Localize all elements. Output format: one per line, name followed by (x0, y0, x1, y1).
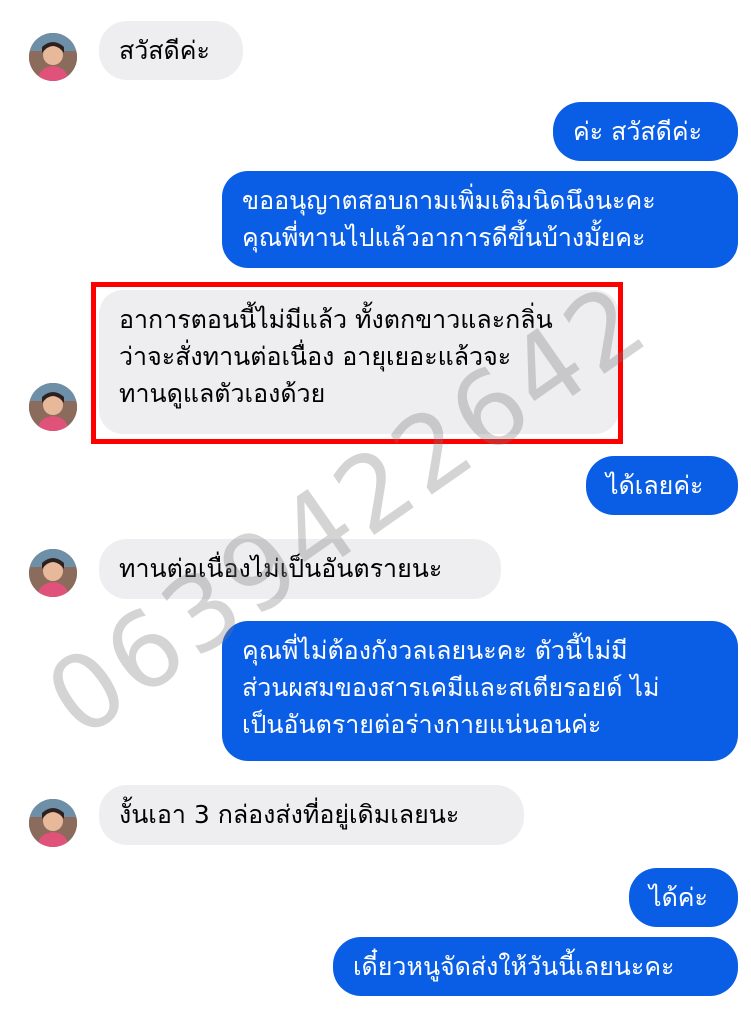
message-outgoing[interactable]: ค่ะ สวัสดีค่ะ (553, 102, 738, 161)
message-incoming[interactable]: สวัสดีค่ะ (99, 21, 243, 80)
message-outgoing[interactable]: เดี๋ยวหนูจัดส่งให้วันนี้เลยนะคะ (333, 937, 738, 996)
message-incoming[interactable]: ทานต่อเนื่องไม่เป็นอันตรายนะ (99, 539, 501, 599)
highlight-box (91, 282, 623, 444)
message-incoming[interactable]: งั้นเอา 3 กล่องส่งที่อยู่เดิมเลยนะ (99, 785, 524, 845)
chat-thread: สวัสดีค่ะ ค่ะ สวัสดีค่ะ ขออนุญาตสอบถามเพ… (0, 0, 751, 1024)
message-outgoing[interactable]: ได้ค่ะ (629, 868, 738, 927)
message-outgoing[interactable]: ขออนุญาตสอบถามเพิ่มเติมนิดนึงนะคะ คุณพี่… (222, 171, 738, 268)
contact-avatar[interactable] (29, 799, 77, 847)
contact-avatar[interactable] (29, 33, 77, 81)
message-outgoing[interactable]: คุณพี่ไม่ต้องกังวลเลยนะคะ ตัวนี้ไม่มี ส่… (222, 621, 738, 761)
contact-avatar[interactable] (29, 383, 77, 431)
contact-avatar[interactable] (29, 549, 77, 597)
message-outgoing[interactable]: ได้เลยค่ะ (586, 456, 738, 515)
